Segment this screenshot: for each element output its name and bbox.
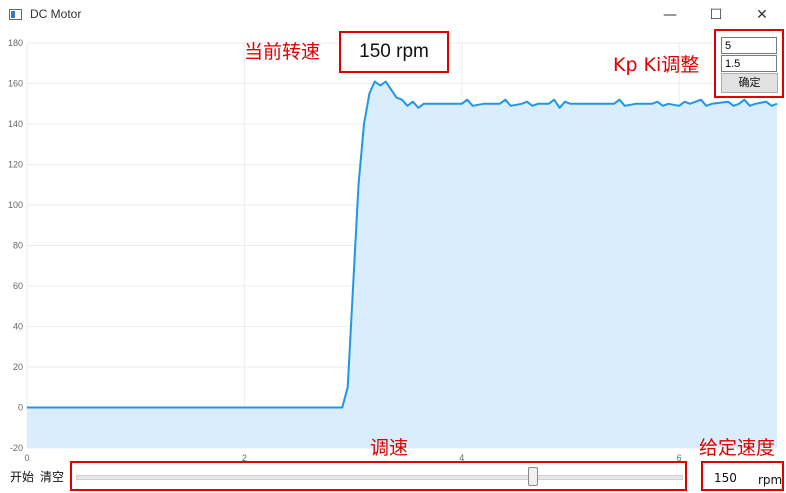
confirm-button[interactable]: 确定 — [721, 73, 778, 93]
speed-slider[interactable] — [70, 461, 687, 491]
x-tick-label: 0 — [24, 453, 29, 461]
y-tick-label: 120 — [8, 160, 23, 170]
window-title: DC Motor — [30, 7, 82, 21]
x-tick-label: 4 — [459, 453, 464, 461]
y-tick-label: -20 — [10, 443, 23, 453]
current-speed-readout: 150 rpm — [339, 31, 449, 73]
clear-button[interactable]: 清空 — [40, 471, 64, 483]
start-button[interactable]: 开始 — [10, 471, 34, 483]
setpoint-value: 150 — [714, 471, 737, 485]
series-area — [27, 81, 777, 448]
speed-adjust-annotation: 调速 — [370, 437, 409, 459]
x-tick-label: 6 — [677, 453, 682, 461]
kp-input[interactable] — [721, 37, 777, 54]
pi-tuning-annotation: Kp Ki调整 — [613, 54, 700, 76]
y-tick-label: 0 — [18, 403, 23, 413]
minimize-button[interactable]: — — [647, 0, 693, 31]
setpoint-unit: rpm — [758, 473, 783, 487]
slider-thumb[interactable] — [528, 467, 539, 486]
setpoint-annotation: 给定速度 — [699, 437, 776, 459]
app-window-icon — [9, 9, 22, 20]
y-tick-label: 160 — [8, 79, 23, 89]
x-tick-label: 2 — [242, 453, 247, 461]
y-tick-label: 60 — [13, 281, 23, 291]
y-tick-label: 100 — [8, 200, 23, 210]
title-bar: DC Motor — ☐ ✕ — [0, 0, 786, 31]
pi-tuning-panel: 确定 — [714, 29, 784, 98]
speed-chart: -200204060801001201401601800 2 4 6 — [8, 38, 778, 461]
y-tick-label: 20 — [13, 362, 23, 372]
y-tick-label: 80 — [13, 241, 23, 251]
y-tick-label: 180 — [8, 38, 23, 48]
ki-input[interactable] — [721, 55, 777, 72]
close-button[interactable]: ✕ — [739, 0, 785, 31]
y-tick-label: 40 — [13, 322, 23, 332]
maximize-button[interactable]: ☐ — [693, 0, 739, 31]
y-tick-label: 140 — [8, 119, 23, 129]
setpoint-display: 150 rpm — [701, 461, 784, 491]
slider-track[interactable] — [76, 475, 683, 480]
current-speed-annotation: 当前转速 — [244, 41, 321, 63]
